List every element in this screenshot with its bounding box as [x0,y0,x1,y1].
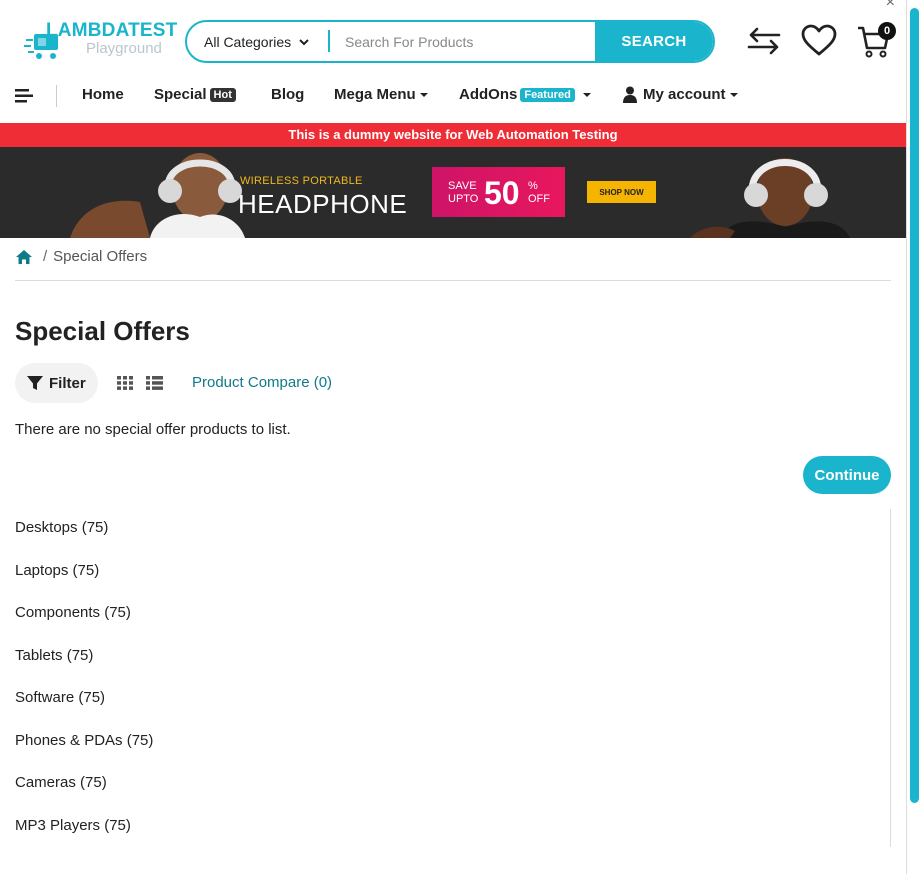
category-item[interactable]: Software (75) [15,679,890,722]
site-logo[interactable]: LAMBDATEST Playground [24,18,177,68]
breadcrumb-separator: / [43,248,48,265]
nav-item-special[interactable]: Special Hot [154,86,236,103]
breadcrumb-current[interactable]: Special Offers [53,248,147,265]
nav-label: AddOns [459,86,518,103]
sale-box: SAVE UPTO 50 % OFF [432,167,565,217]
user-icon [623,86,637,103]
category-select-value: All Categories [204,33,292,50]
scrollbar-thumb[interactable] [910,8,919,803]
sale-percent: 50 [484,175,520,211]
empty-message: There are no special offer products to l… [15,421,291,438]
category-item[interactable]: Phones & PDAs (75) [15,722,890,765]
hot-badge: Hot [209,87,236,102]
nav-label: Home [82,86,124,103]
nav-label: My account [643,86,726,103]
category-select[interactable]: All Categories [187,22,329,61]
page-title: Special Offers [15,316,190,346]
wishlist-heart-icon[interactable] [800,24,838,58]
category-item[interactable]: MP3 Players (75) [15,807,890,850]
menu-icon[interactable] [15,89,33,103]
category-item[interactable]: Tablets (75) [15,637,890,680]
list-view-icon[interactable] [146,376,163,390]
nav-item-blog[interactable]: Blog [271,86,304,103]
site-header: LAMBDATEST Playground All Categories SEA… [0,0,906,80]
logo-subtitle: Playground [86,40,162,57]
category-item[interactable]: Cameras (75) [15,764,890,807]
search-divider [328,30,330,52]
percent-sign: % [528,180,538,192]
sale-suffix: % OFF [528,180,550,206]
nav-label: Special [154,86,207,103]
divider [15,280,891,281]
nav-item-mega-menu[interactable]: Mega Menu [334,86,428,103]
search-bar: All Categories SEARCH [185,20,715,63]
search-button[interactable]: SEARCH [595,22,713,61]
search-input[interactable] [345,22,595,61]
category-list: Desktops (75) Laptops (75) Components (7… [15,509,891,847]
promo-banner[interactable]: WIRELESS PORTABLE HEADPHONE SAVE UPTO 50… [0,147,906,238]
banner-headline: HEADPHONE [238,189,408,219]
category-item[interactable]: Components (75) [15,594,890,637]
sale-save-text: SAVE [448,180,477,192]
nav-item-addons[interactable]: AddOns Featured [459,86,591,103]
category-item[interactable]: Laptops (75) [15,552,890,595]
caret-down-icon [582,92,591,97]
caret-down-icon [729,92,738,97]
cart-count-badge: 0 [878,22,896,40]
logo-title: LAMBDATEST [46,20,178,41]
caret-down-icon [419,92,428,97]
sale-prefix: SAVE UPTO [448,180,478,206]
filter-button[interactable]: Filter [15,363,98,403]
grid-view-icon[interactable] [117,376,133,390]
nav-separator [56,85,57,107]
nav-item-home[interactable]: Home [82,86,124,103]
continue-button[interactable]: Continue [803,456,891,494]
sale-upto-text: UPTO [448,193,479,205]
notice-bar: This is a dummy website for Web Automati… [0,123,906,147]
nav-label: Mega Menu [334,86,416,103]
breadcrumb: / Special Offers [15,248,147,265]
sale-off-text: OFF [528,193,550,205]
filter-funnel-icon [27,376,43,390]
shop-now-button[interactable]: SHOP NOW [587,181,656,203]
compare-arrows-icon[interactable] [745,24,783,58]
filter-label: Filter [49,374,86,392]
model-left-image [70,153,245,238]
model-right-image [690,158,850,238]
nav-item-my-account[interactable]: My account [623,86,738,103]
featured-badge: Featured [520,87,575,102]
banner-eyebrow: WIRELESS PORTABLE [240,175,363,187]
home-icon[interactable] [15,249,33,265]
category-item[interactable]: Desktops (75) [15,509,890,552]
nav-label: Blog [271,86,305,103]
product-compare-link[interactable]: Product Compare (0) [192,374,332,391]
chevron-down-icon [299,38,309,45]
page-scrollbar[interactable] [906,0,921,874]
main-nav: Home Special Hot Blog Mega Menu AddOns F… [0,80,906,124]
product-toolbar: Filter Product Compare (0) [15,363,891,403]
